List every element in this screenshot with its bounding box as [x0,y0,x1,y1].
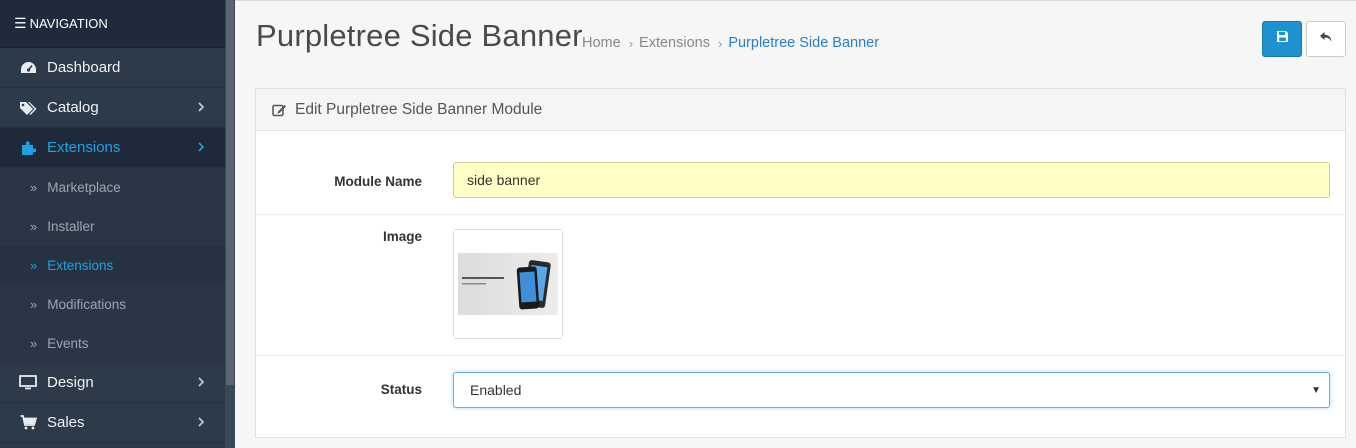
status-label: Status [380,382,422,397]
sidebar-item-label: Dashboard [47,59,121,76]
extensions-submenu: » Marketplace » Installer » Extensions »… [0,168,225,363]
sidebar-item-label: Sales [47,414,85,431]
back-button[interactable] [1306,21,1346,57]
submenu-item-events[interactable]: » Events [0,324,225,363]
phone-banner-image [458,253,558,315]
status-select-value: Enabled [470,382,522,398]
dashboard-icon [19,61,37,75]
sidebar-item-extensions[interactable]: Extensions [0,128,225,168]
chevron-right-icon [197,375,207,389]
reply-arrow-icon [1319,30,1333,48]
submenu-item-modifications[interactable]: » Modifications [0,285,225,324]
double-chevron-icon: » [30,219,38,234]
image-label: Image [382,229,422,244]
breadcrumb-extensions[interactable]: Extensions [639,35,710,51]
monitor-icon [19,375,37,390]
chevron-right-icon [197,415,207,429]
submenu-item-label: Extensions [47,258,114,273]
sidebar-item-label: Extensions [47,139,121,156]
sidebar-item-sales[interactable]: Sales [0,403,225,443]
save-icon [1276,30,1289,48]
sidebar-item-catalog[interactable]: Catalog [0,88,225,128]
sidebar-item-label: Design [47,374,94,391]
sidebar-scrollbar-track[interactable] [225,0,235,448]
breadcrumb-separator: › [628,35,634,51]
sidebar-item-dashboard[interactable]: Dashboard [0,48,225,88]
double-chevron-icon: » [30,180,38,195]
puzzle-icon [19,140,37,156]
edit-module-panel: Edit Purpletree Side Banner Module Modul… [255,88,1346,438]
module-name-input[interactable] [453,162,1330,198]
sidebar-item-design[interactable]: Design [0,363,225,403]
sidebar-scrollbar-thumb[interactable] [226,0,234,385]
top-border [235,0,1356,1]
chevron-right-icon [197,100,207,114]
tags-icon [19,101,37,115]
submenu-item-label: Marketplace [47,180,121,195]
submenu-item-label: Modifications [47,297,127,312]
sidebar-item-label: Catalog [47,99,99,116]
breadcrumb-home[interactable]: Home [582,35,621,51]
cart-icon [19,415,37,430]
nav-list: Dashboard Catalog Extensions [0,48,225,168]
submenu-item-label: Events [47,336,89,351]
edit-icon [272,103,287,117]
form-row-module-name: Module Name [256,132,1345,215]
page-title: Purpletree Side Banner [256,18,583,53]
submenu-item-extensions[interactable]: » Extensions [0,246,225,285]
breadcrumb: Home › Extensions › Purpletree Side Bann… [582,35,879,51]
module-name-label: Module Name [334,174,422,189]
nav-list-lower: Design Sales [0,363,225,443]
form-row-image: Image [256,215,1345,356]
sidebar: ☰ NAVIGATION Dashboard Catalog Extension… [0,0,235,448]
status-select[interactable]: Enabled ▼ [453,372,1330,408]
banner-image-thumbnail[interactable] [453,229,563,339]
submenu-item-label: Installer [47,219,95,234]
save-button[interactable] [1262,21,1302,57]
caret-down-icon: ▼ [1311,385,1321,396]
panel-heading-title: Edit Purpletree Side Banner Module [295,100,543,118]
chevron-right-icon [197,140,207,154]
panel-heading: Edit Purpletree Side Banner Module [256,89,1345,131]
navigation-header[interactable]: ☰ NAVIGATION [0,0,225,48]
double-chevron-icon: » [30,297,38,312]
form-row-status: Status Enabled ▼ [256,356,1345,438]
breadcrumb-current[interactable]: Purpletree Side Banner [728,35,879,51]
submenu-item-installer[interactable]: » Installer [0,207,225,246]
menu-bars-icon: ☰ [14,15,27,31]
double-chevron-icon: » [30,258,38,273]
navigation-header-label: NAVIGATION [29,16,108,31]
double-chevron-icon: » [30,336,38,351]
breadcrumb-separator: › [717,35,723,51]
submenu-item-marketplace[interactable]: » Marketplace [0,168,225,207]
